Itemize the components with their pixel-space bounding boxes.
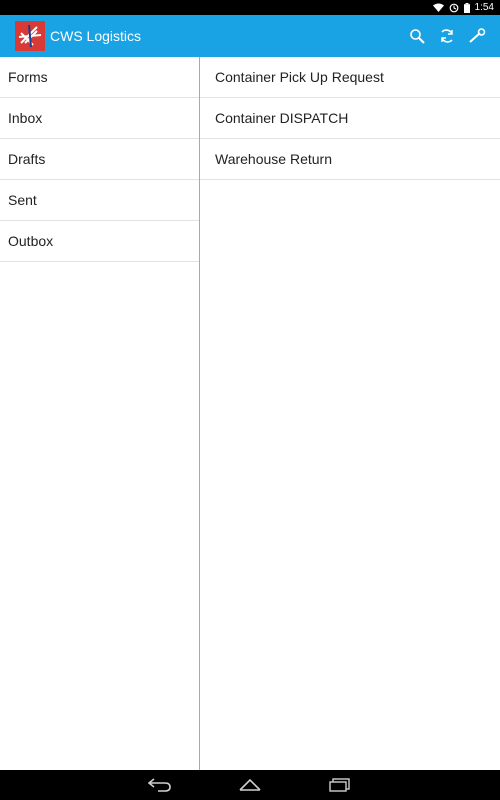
app-title: CWS Logistics (50, 28, 142, 44)
sidebar-item-forms[interactable]: Forms (0, 57, 199, 98)
battery-icon (463, 2, 470, 13)
wrench-icon[interactable] (462, 21, 492, 51)
action-bar: CWS Logistics (0, 15, 500, 57)
form-item-container-pick-up-request[interactable]: Container Pick Up Request (200, 57, 500, 98)
sync-icon (449, 3, 459, 13)
home-icon[interactable] (230, 772, 270, 798)
form-item-warehouse-return[interactable]: Warehouse Return (200, 139, 500, 180)
sidebar-item-drafts[interactable]: Drafts (0, 139, 199, 180)
status-time: 1:54 (474, 2, 494, 13)
back-icon[interactable] (140, 772, 180, 798)
status-bar: 1:54 (0, 0, 500, 15)
navigation-bar (0, 770, 500, 800)
forms-list: Container Pick Up Request Container DISP… (200, 57, 500, 770)
refresh-icon[interactable] (432, 21, 462, 51)
recent-apps-icon[interactable] (320, 772, 360, 798)
sidebar-item-outbox[interactable]: Outbox (0, 221, 199, 262)
sidebar-item-sent[interactable]: Sent (0, 180, 199, 221)
search-icon[interactable] (402, 21, 432, 51)
wifi-icon (432, 3, 444, 12)
sidebar-item-inbox[interactable]: Inbox (0, 98, 199, 139)
sidebar: Forms Inbox Drafts Sent Outbox (0, 57, 199, 770)
action-icons (402, 21, 492, 51)
form-item-container-dispatch[interactable]: Container DISPATCH (200, 98, 500, 139)
cws-logo-icon[interactable] (15, 21, 45, 51)
